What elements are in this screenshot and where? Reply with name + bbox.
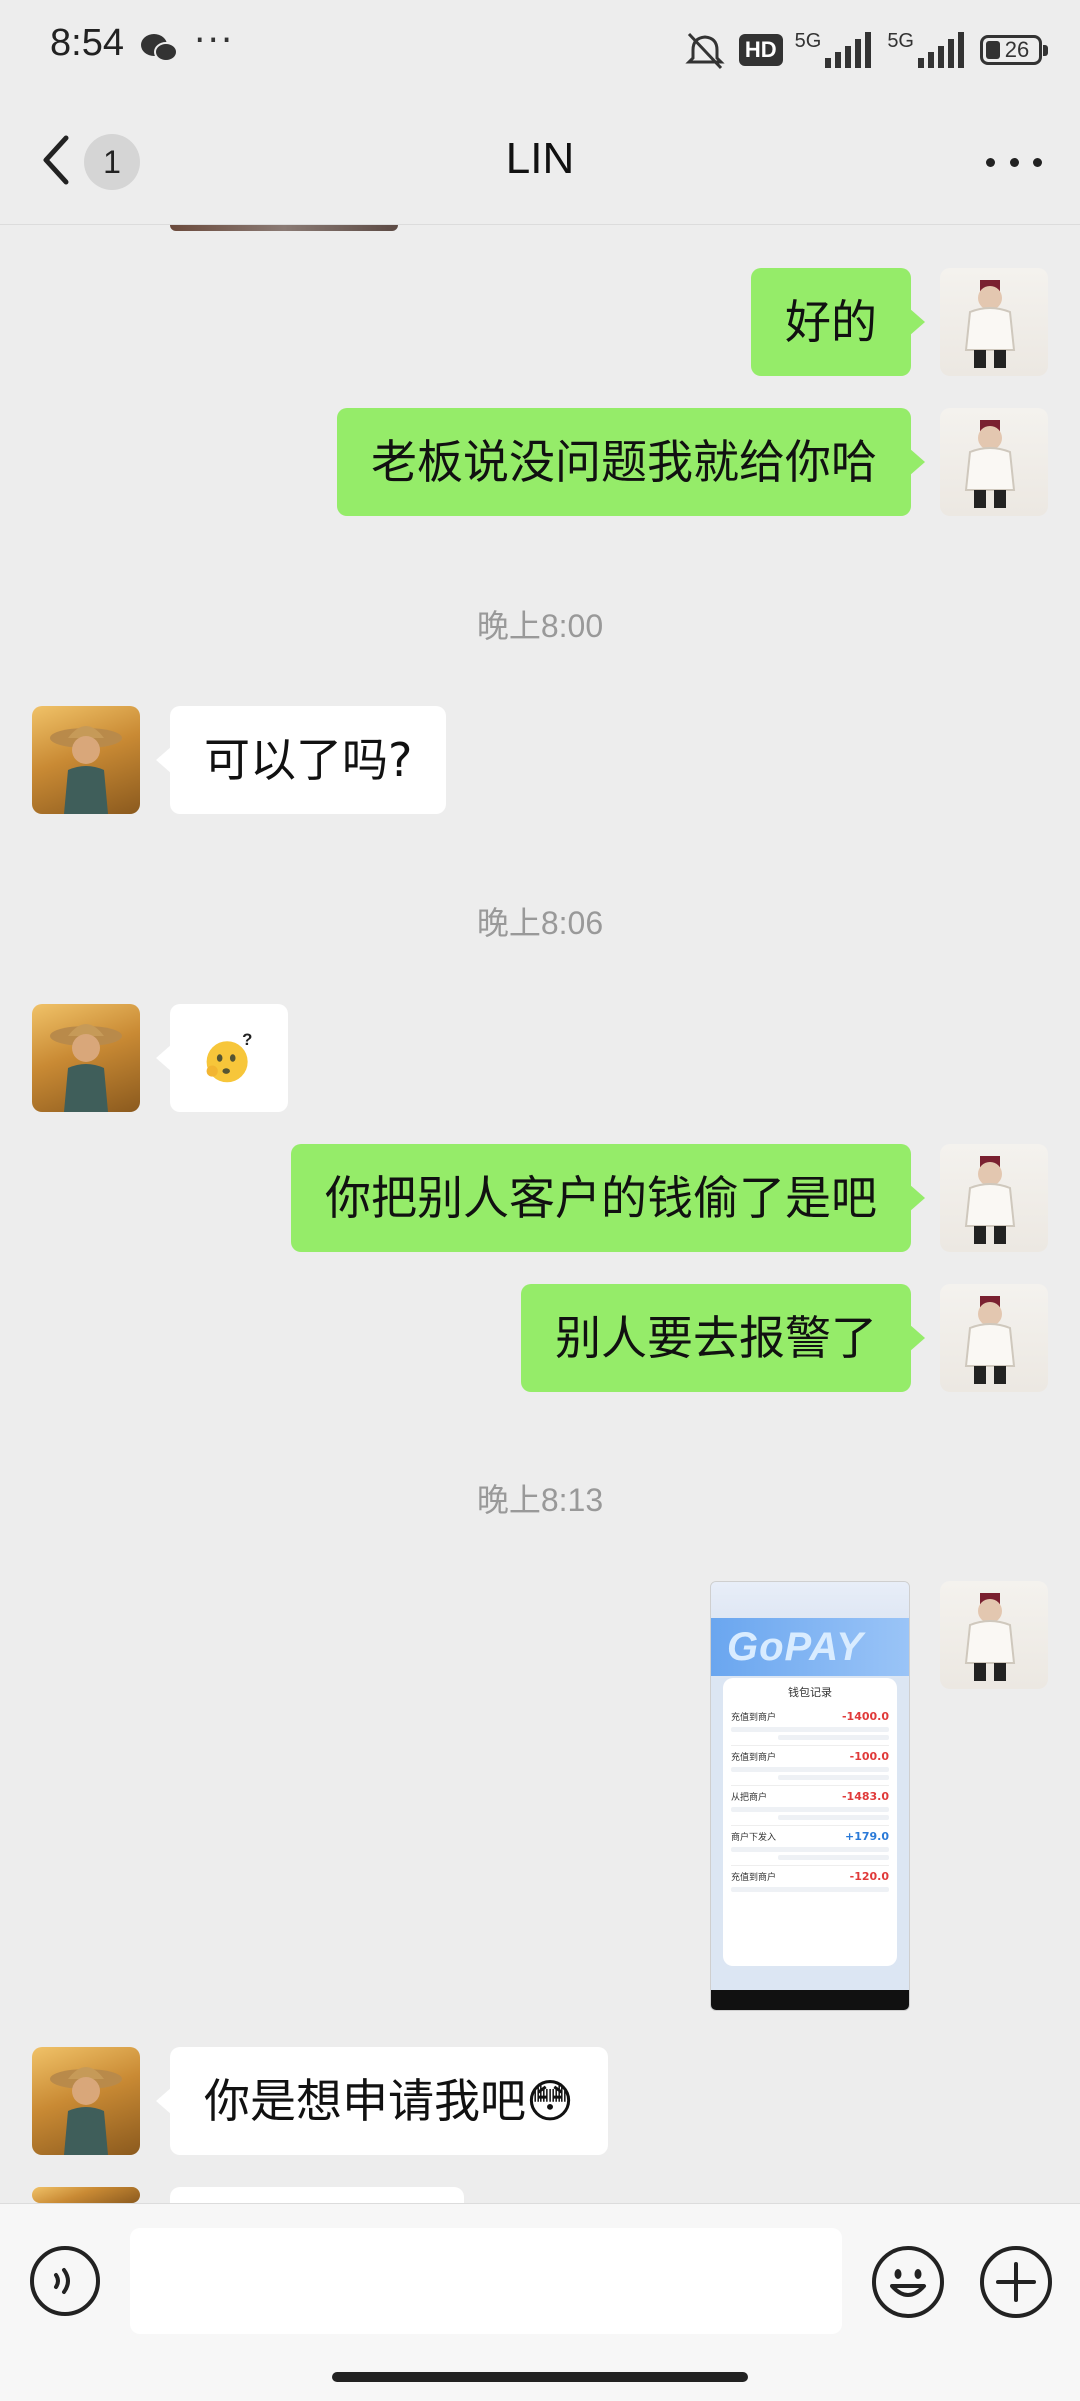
hd-badge: HD — [738, 34, 783, 66]
status-time: 8:54 — [50, 22, 124, 64]
self-avatar[interactable] — [940, 1581, 1048, 1689]
home-indicator[interactable] — [332, 2372, 748, 2382]
more-functions-button[interactable] — [980, 2246, 1052, 2318]
timestamp: 晚上8:06 — [476, 905, 604, 941]
timestamp: 晚上8:13 — [476, 1482, 604, 1518]
message-bubble-other-partial[interactable] — [170, 2187, 464, 2203]
message-bubble-other[interactable]: 你是想申请我吧😳 — [156, 2047, 608, 2155]
network-label-1: 5G — [794, 30, 822, 52]
image-phone-header — [711, 1582, 909, 1618]
message-bubble-other[interactable]: ? — [156, 1004, 288, 1112]
contact-avatar[interactable] — [32, 2187, 140, 2203]
contact-avatar[interactable] — [32, 2047, 140, 2155]
image-sheet-title: 钱包记录 — [788, 1686, 832, 1699]
plus-icon — [996, 2262, 1036, 2302]
previous-image-message[interactable] — [170, 225, 398, 231]
message-bubble-other[interactable]: 可以了吗? — [155, 706, 447, 814]
chat-title: LIN — [505, 134, 575, 183]
message-bubble-self[interactable]: 好的 — [751, 268, 925, 376]
voice-icon — [54, 2268, 70, 2294]
screenshot-image-message[interactable]: GoPAY 钱包记录 充值到商户 -1400.0 充值到商户 -100.0 从把商户… — [710, 1581, 910, 2011]
status-more-dots: ··· — [194, 20, 235, 61]
battery-icon: 26 — [980, 35, 1048, 65]
self-avatar[interactable] — [940, 1284, 1048, 1392]
voice-input-button[interactable] — [30, 2246, 100, 2316]
signal-icon — [918, 32, 964, 68]
timestamp: 晚上8:00 — [476, 608, 604, 644]
chat-header: 1 LIN — [0, 100, 1080, 225]
message-bubble-self[interactable]: 老板说没问题我就给你哈 — [337, 408, 925, 516]
image-record-row: 从把商户 -1483.0 — [731, 1786, 889, 1826]
self-avatar[interactable] — [940, 1144, 1048, 1252]
mute-icon — [685, 32, 725, 70]
image-phone-navbar — [711, 1990, 909, 2010]
image-record-row: 充值到商户 -120.0 — [731, 1866, 889, 1897]
signal-icon — [825, 32, 872, 68]
battery-level: 26 — [1004, 37, 1030, 62]
status-bar: 8:54 ··· HD 5G 5G 26 — [0, 0, 1080, 100]
smiley-icon — [890, 2269, 926, 2297]
image-record-row: 充值到商户 -1400.0 — [731, 1706, 889, 1746]
image-wallet-sheet: 钱包记录 充值到商户 -1400.0 充值到商户 -100.0 从把商户 -1483.… — [723, 1678, 897, 1966]
self-avatar[interactable] — [940, 268, 1048, 376]
thinking-emoji-icon: ? — [206, 1030, 252, 1083]
gopay-logo: GoPAY — [711, 1618, 909, 1676]
image-record-row: 商户下发入 +179.0 — [731, 1826, 889, 1866]
contact-avatar[interactable] — [32, 1004, 140, 1112]
contact-avatar[interactable] — [32, 706, 140, 814]
network-label-2: 5G — [887, 30, 914, 52]
status-indicators: HD 5G 5G 26 — [683, 28, 1048, 72]
message-input[interactable] — [130, 2228, 842, 2334]
emoji-button[interactable] — [872, 2246, 944, 2318]
wechat-icon — [141, 34, 178, 62]
image-record-row: 充值到商户 -100.0 — [731, 1746, 889, 1786]
input-bar — [0, 2203, 1080, 2401]
message-bubble-self[interactable]: 别人要去报警了 — [521, 1284, 925, 1392]
svg-text:?: ? — [242, 1030, 252, 1049]
more-options-button[interactable] — [986, 142, 1042, 182]
self-avatar[interactable] — [940, 408, 1048, 516]
message-bubble-self[interactable]: 你把别人客户的钱偷了是吧 — [291, 1144, 925, 1252]
message-list[interactable]: 好的 老板说没问题我就给你哈 晚上8:00 可以了吗? 晚上8:06 ? 你把别… — [0, 225, 1080, 2203]
